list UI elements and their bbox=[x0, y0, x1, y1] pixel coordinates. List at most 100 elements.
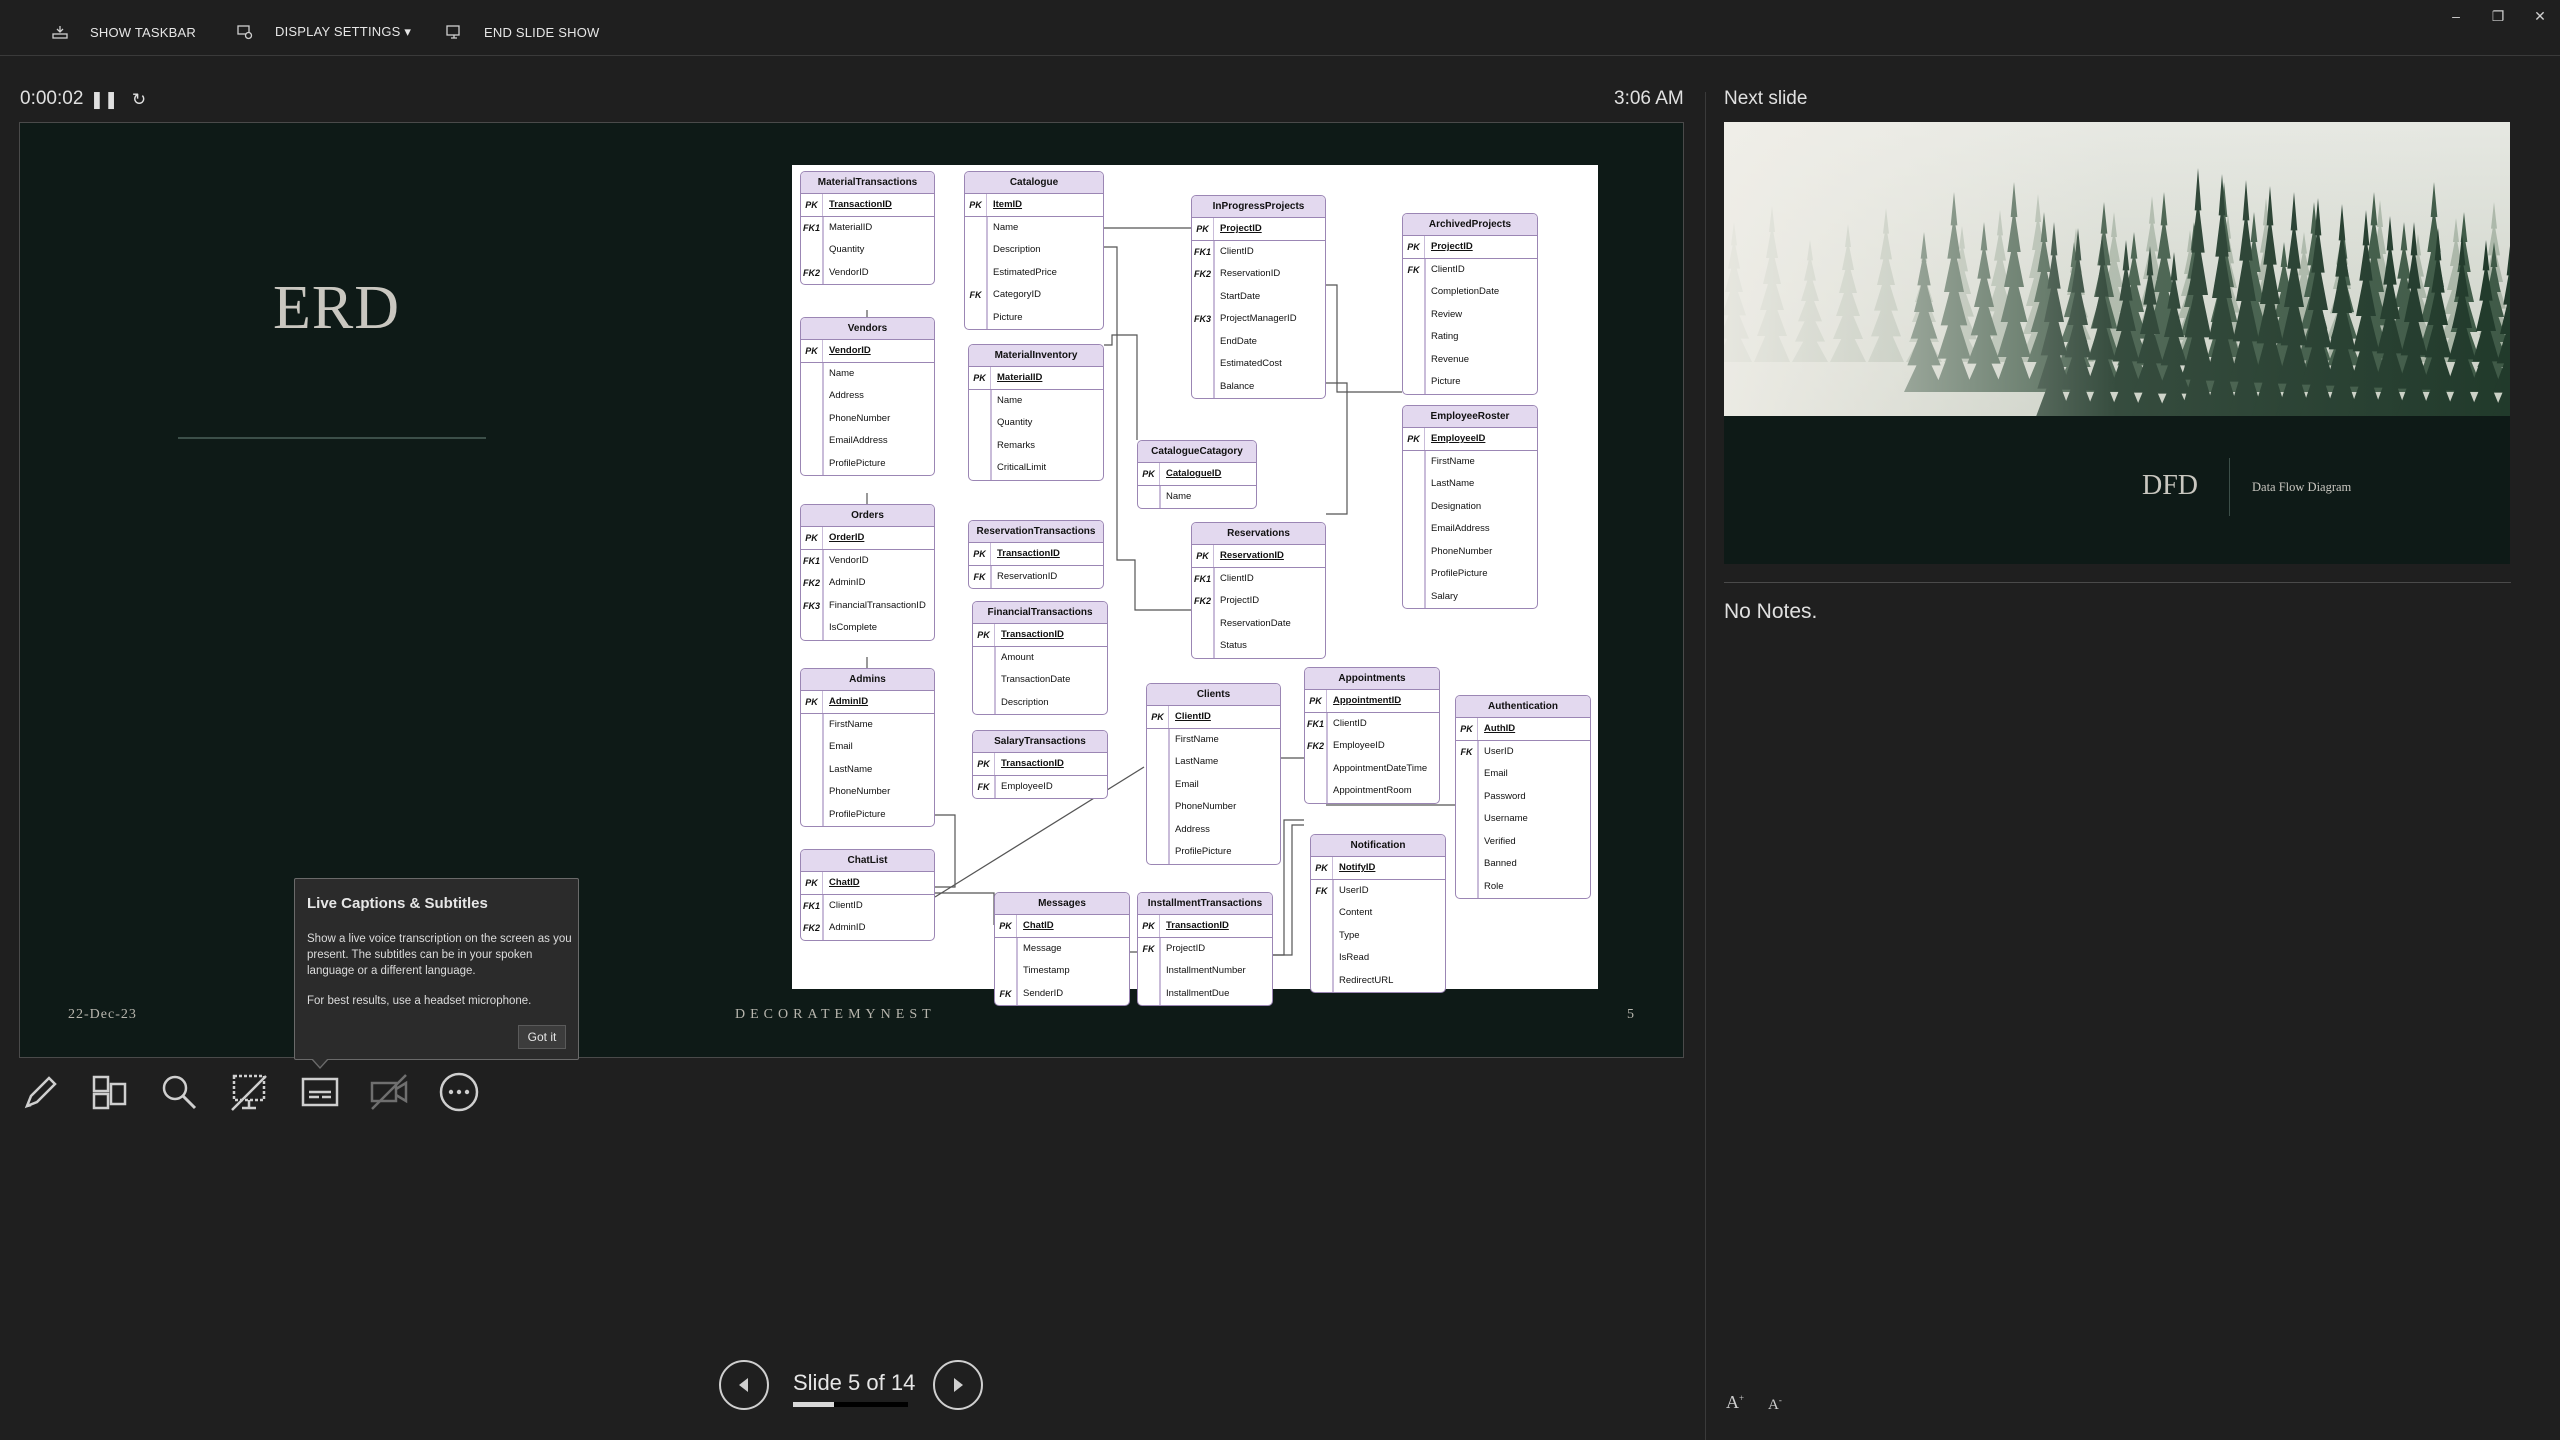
erd-field: Content bbox=[1311, 902, 1445, 925]
erd-field-name: AppointmentDateTime bbox=[1333, 762, 1428, 774]
erd-field-name: Name bbox=[993, 221, 1019, 233]
erd-field-name: ClientID bbox=[1220, 572, 1254, 584]
erd-field: Picture bbox=[1403, 371, 1537, 394]
erd-field: PK OrderID bbox=[801, 527, 934, 550]
erd-table-archivedprojects: ArchivedProjects PK ProjectID FK ClientID Com… bbox=[1402, 213, 1538, 395]
decrease-font-button[interactable]: A- bbox=[1768, 1395, 1782, 1414]
tooltip-arrow-fill bbox=[312, 1058, 328, 1067]
erd-field: PK CatalogueID bbox=[1138, 463, 1256, 486]
black-screen-button[interactable] bbox=[224, 1067, 274, 1117]
erd-field-name: TransactionID bbox=[1001, 758, 1064, 769]
pen-tool-button[interactable] bbox=[16, 1067, 66, 1117]
erd-field: Revenue bbox=[1403, 348, 1537, 371]
erd-field: InstallmentNumber bbox=[1138, 960, 1272, 983]
erd-field-name: Amount bbox=[1001, 651, 1034, 663]
current-slide[interactable]: ERD MaterialTransactions PK TransactionID F… bbox=[19, 122, 1684, 1058]
close-button[interactable]: ✕ bbox=[2520, 4, 2560, 28]
erd-key-marker bbox=[801, 452, 823, 475]
erd-table-header: Authentication bbox=[1456, 696, 1590, 718]
erd-relationship-line bbox=[1104, 334, 1138, 440]
erd-table-body: FK1 ClientID FK2 ReservationID StartDate FK3 P… bbox=[1192, 240, 1325, 398]
show-taskbar-label: SHOW TASKBAR bbox=[90, 24, 196, 40]
erd-field-name: InstallmentDue bbox=[1166, 987, 1230, 999]
zoom-button[interactable] bbox=[154, 1067, 204, 1117]
erd-table-body: FK ProjectID InstallmentNumber InstallmentD… bbox=[1138, 937, 1272, 1005]
erd-field: FK ReservationID bbox=[969, 565, 1103, 588]
restart-timer-button[interactable]: ↻ bbox=[127, 88, 151, 112]
erd-key-marker: PK bbox=[801, 194, 823, 216]
slide-progress-fill bbox=[793, 1402, 835, 1407]
next-slide-preview[interactable]: DFD Data Flow Diagram bbox=[1724, 122, 2510, 564]
tooltip-title: Live Captions & Subtitles bbox=[307, 895, 488, 912]
more-options-button[interactable] bbox=[434, 1067, 484, 1117]
erd-field: Password bbox=[1456, 785, 1590, 808]
end-slide-show-label: END SLIDE SHOW bbox=[484, 24, 600, 40]
erd-table-materialinventory: MaterialInventory PK MaterialID Name Quantit… bbox=[968, 344, 1104, 481]
erd-key-marker bbox=[801, 736, 823, 759]
erd-field-name: Email bbox=[1175, 778, 1199, 790]
erd-field-name: AuthID bbox=[1484, 723, 1516, 734]
erd-field-name: ChatID bbox=[829, 877, 860, 888]
slide-date: 22-Dec-23 bbox=[68, 1007, 137, 1022]
display-settings-icon bbox=[237, 25, 253, 40]
erd-field: Balance bbox=[1192, 375, 1325, 398]
see-all-slides-button[interactable] bbox=[84, 1067, 134, 1117]
erd-key-marker bbox=[1147, 728, 1169, 751]
erd-key-marker: FK bbox=[1456, 740, 1478, 763]
presenter-view: SHOW TASKBAR DISPLAY SETTINGS ▾ END SLID… bbox=[0, 0, 2560, 1440]
erd-field-name: MaterialID bbox=[997, 372, 1043, 383]
next-slide-button[interactable] bbox=[933, 1360, 983, 1410]
erd-key-marker: PK bbox=[801, 872, 823, 894]
erd-field-name: Username bbox=[1484, 813, 1528, 824]
erd-field: FK3 ProjectManagerID bbox=[1192, 308, 1325, 331]
erd-key-marker: FK3 bbox=[1192, 308, 1214, 331]
erd-key-marker: PK bbox=[1311, 857, 1333, 879]
camera-toggle-button[interactable] bbox=[364, 1067, 414, 1117]
slide-counter[interactable]: Slide 5 of 14 bbox=[793, 1370, 915, 1396]
erd-table-reservationtransactions: ReservationTransactions PK TransactionID FK… bbox=[968, 520, 1104, 589]
erd-field: CompletionDate bbox=[1403, 281, 1537, 304]
erd-field: Name bbox=[969, 389, 1103, 412]
erd-field: ProfilePicture bbox=[801, 452, 934, 475]
show-taskbar-button[interactable]: SHOW TASKBAR bbox=[52, 18, 196, 46]
erd-field: Status bbox=[1192, 635, 1325, 658]
erd-field: Address bbox=[1147, 818, 1280, 841]
erd-field-name: ProfilePicture bbox=[1175, 846, 1232, 857]
erd-key-marker: PK bbox=[1192, 545, 1214, 567]
erd-field: FK1 ClientID bbox=[801, 894, 934, 917]
minimize-button[interactable]: – bbox=[2436, 4, 2476, 28]
erd-table-body: FK1 VendorID FK2 AdminID FK3 FinancialTransac… bbox=[801, 549, 934, 640]
increase-font-icon: A+ bbox=[1726, 1392, 1745, 1412]
erd-field: Amount bbox=[973, 646, 1107, 669]
erd-table-header: InProgressProjects bbox=[1192, 196, 1325, 218]
erd-field-name: MaterialID bbox=[829, 221, 873, 233]
erd-field-name: Name bbox=[829, 367, 855, 379]
erd-field-name: Picture bbox=[993, 311, 1023, 323]
erd-field-name: Content bbox=[1339, 907, 1373, 918]
got-it-button[interactable]: Got it bbox=[518, 1025, 566, 1049]
erd-field: PK ItemID bbox=[965, 194, 1103, 217]
erd-key-marker: PK bbox=[1192, 218, 1214, 240]
display-settings-button[interactable]: DISPLAY SETTINGS ▾ bbox=[237, 18, 411, 46]
erd-field: PhoneNumber bbox=[801, 781, 934, 804]
slide-number: 5 bbox=[1627, 1007, 1634, 1022]
erd-key-marker: PK bbox=[1147, 706, 1169, 728]
erd-field-name: TransactionID bbox=[829, 199, 892, 210]
erd-field-name: EstimatedCost bbox=[1220, 358, 1282, 369]
erd-key-marker bbox=[801, 239, 823, 262]
erd-key-marker bbox=[1403, 473, 1425, 496]
erd-field: ProfilePicture bbox=[1147, 841, 1280, 864]
panel-divider[interactable] bbox=[1705, 92, 1706, 1440]
previous-slide-button[interactable] bbox=[719, 1360, 769, 1410]
end-slide-show-button[interactable]: END SLIDE SHOW bbox=[446, 18, 599, 46]
notes-divider bbox=[1724, 582, 2511, 583]
restore-button[interactable]: ❐ bbox=[2478, 4, 2518, 28]
increase-font-button[interactable]: A+ bbox=[1726, 1392, 1744, 1413]
pause-timer-button[interactable]: ❚❚ bbox=[90, 88, 119, 112]
erd-field-name: Name bbox=[1166, 490, 1192, 502]
erd-field: PK NotifyID bbox=[1311, 857, 1445, 880]
erd-relationship-line bbox=[1104, 246, 1191, 611]
erd-table-header: Reservations bbox=[1192, 523, 1325, 545]
subtitles-button[interactable] bbox=[295, 1067, 345, 1117]
erd-key-marker bbox=[1192, 375, 1214, 398]
